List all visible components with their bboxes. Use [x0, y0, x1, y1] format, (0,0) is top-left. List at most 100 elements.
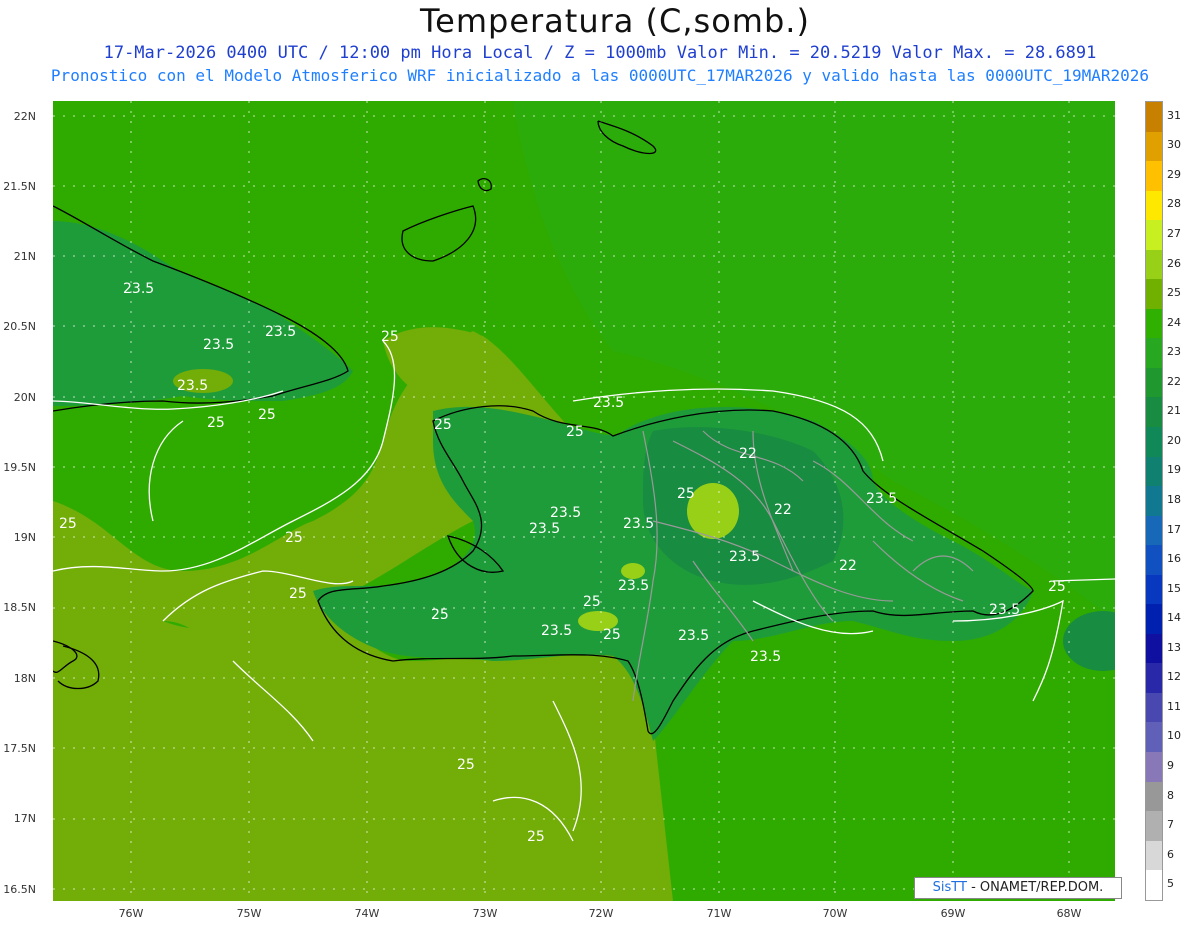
- contour-label: 25: [603, 627, 621, 643]
- contour-label: 23.5: [678, 628, 709, 644]
- contour-label: 25: [566, 424, 584, 440]
- temperature-map: 23.5 23.5 23.5 23.5 25 25 25 25 25 25 23…: [53, 101, 1115, 901]
- colorbar-swatch: [1146, 781, 1162, 812]
- contour-label: 23.5: [866, 491, 897, 507]
- contour-label: 23.5: [593, 395, 624, 411]
- lon-label: 74W: [354, 907, 380, 920]
- lat-label: 16.5N: [3, 883, 36, 896]
- contour-label: 25: [527, 829, 545, 845]
- contour-label: 25: [285, 530, 303, 546]
- colorbar-label: 13: [1167, 640, 1181, 654]
- colorbar-swatch: [1146, 308, 1162, 339]
- map-subtitle-model: Pronostico con el Modelo Atmosferico WRF…: [50, 66, 1150, 85]
- contour-label: 25: [1048, 579, 1066, 595]
- colorbar-swatch: [1146, 131, 1162, 162]
- colorbar-swatch: [1146, 574, 1162, 605]
- contour-label: 23.5: [989, 602, 1020, 618]
- contour-label: 23.5: [541, 623, 572, 639]
- contour-label: 25: [381, 329, 399, 345]
- colorbar-label: 10: [1167, 729, 1181, 743]
- colorbar-swatch: [1146, 397, 1162, 428]
- colorbar-label: 12: [1167, 670, 1181, 684]
- map-title: Temperatura (C,somb.): [420, 2, 810, 40]
- contour-label: 25: [583, 594, 601, 610]
- colorbar-swatch: [1146, 633, 1162, 664]
- colorbar-label: 22: [1167, 374, 1181, 388]
- colorbar-label: 5: [1167, 877, 1174, 891]
- contour-label: 22: [739, 446, 757, 462]
- colorbar-swatch: [1146, 367, 1162, 398]
- lat-label: 21N: [13, 250, 36, 263]
- colorbar-label: 31: [1167, 108, 1181, 122]
- colorbar-label: 17: [1167, 522, 1181, 536]
- colorbar-swatch: [1146, 811, 1162, 841]
- colorbar: [1145, 101, 1163, 901]
- colorbar-swatch: [1146, 190, 1162, 221]
- colorbar-swatch: [1146, 692, 1162, 723]
- lon-label: 75W: [236, 907, 262, 920]
- colorbar-swatch: [1146, 161, 1162, 191]
- colorbar-label: 25: [1167, 286, 1181, 300]
- colorbar-label: 16: [1167, 552, 1181, 566]
- colorbar-label: 30: [1167, 138, 1181, 152]
- contour-label: 23.5: [529, 521, 560, 537]
- contour-label: 22: [774, 502, 792, 518]
- colorbar-label: 9: [1167, 759, 1174, 772]
- lat-label: 20N: [13, 391, 36, 404]
- contour-label: 23.5: [123, 281, 154, 297]
- map-canvas: 23.5 23.5 23.5 23.5 25 25 25 25 25 25 23…: [53, 101, 1115, 901]
- contour-label: 25: [207, 415, 225, 431]
- colorbar-swatch: [1146, 545, 1162, 575]
- lon-label: 68W: [1056, 907, 1082, 920]
- colorbar-swatch: [1146, 102, 1162, 132]
- contour-label: 25: [434, 417, 452, 433]
- map-subtitle-validity: 17-Mar-2026 0400 UTC / 12:00 pm Hora Loc…: [103, 43, 1097, 63]
- colorbar-label: 7: [1167, 818, 1174, 832]
- colorbar-swatch: [1146, 338, 1162, 368]
- colorbar-swatch: [1146, 456, 1162, 487]
- colorbar-label: 26: [1167, 256, 1181, 270]
- colorbar-swatch: [1146, 722, 1162, 753]
- colorbar-swatch: [1146, 870, 1162, 900]
- colorbar-label: 23: [1167, 345, 1181, 359]
- contour-label: 25: [59, 516, 77, 532]
- lat-label: 17N: [13, 812, 36, 825]
- warm-spot: [621, 563, 645, 579]
- colorbar-swatch: [1146, 663, 1162, 693]
- contour-label: 25: [677, 486, 695, 502]
- colorbar-swatch: [1146, 840, 1162, 871]
- colorbar-label: 20: [1167, 433, 1181, 447]
- lon-label: 76W: [118, 907, 144, 920]
- lat-label: 19N: [13, 531, 36, 544]
- colorbar-swatch: [1146, 427, 1162, 457]
- contour-label: 23.5: [203, 337, 234, 353]
- lon-label: 70W: [822, 907, 848, 920]
- lon-label: 73W: [472, 907, 498, 920]
- contour-label: 23.5: [623, 516, 654, 532]
- contour-label: 25: [457, 757, 475, 773]
- contour-label: 23.5: [618, 578, 649, 594]
- contour-label: 23.5: [550, 505, 581, 521]
- colorbar-label: 8: [1167, 788, 1174, 802]
- colorbar-swatch: [1146, 249, 1162, 280]
- colorbar-swatch: [1146, 515, 1162, 546]
- lat-label: 17.5N: [3, 742, 36, 755]
- contour-label: 25: [289, 586, 307, 602]
- lat-label: 22N: [13, 110, 36, 123]
- colorbar-swatch: [1146, 752, 1162, 782]
- contour-label: 22: [839, 558, 857, 574]
- colorbar-label: 27: [1167, 227, 1181, 240]
- credit-text: - ONAMET/REP.DOM.: [971, 880, 1104, 895]
- colorbar-swatch: [1146, 486, 1162, 516]
- lat-label: 18N: [13, 672, 36, 685]
- colorbar-label: 19: [1167, 463, 1181, 477]
- contour-label: 25: [258, 407, 276, 423]
- lon-label: 72W: [588, 907, 614, 920]
- colorbar-label: 24: [1167, 315, 1181, 329]
- sistt-logo-text: SisTT: [932, 880, 967, 895]
- contour-label: 23.5: [729, 549, 760, 565]
- colorbar-label: 6: [1167, 847, 1174, 861]
- colorbar-label: 18: [1167, 493, 1181, 506]
- lon-label: 71W: [706, 907, 732, 920]
- colorbar-label: 15: [1167, 581, 1181, 595]
